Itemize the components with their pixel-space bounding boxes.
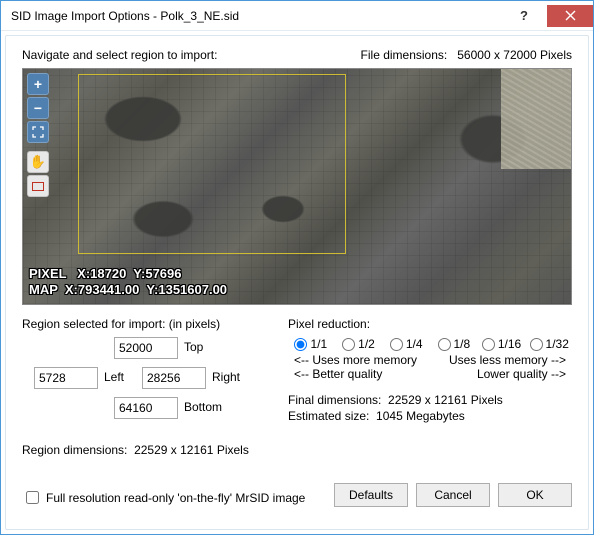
select-region-button[interactable] bbox=[27, 175, 49, 197]
rectangle-icon bbox=[32, 182, 44, 191]
reduction-radios: 1/1 1/2 1/4 1/8 1/16 1/32 bbox=[288, 337, 572, 351]
quality-better-label: <-- Better quality bbox=[294, 367, 382, 381]
memory-less-label: Uses less memory --> bbox=[449, 353, 566, 367]
reduction-option-1-2[interactable]: 1/2 bbox=[336, 337, 382, 351]
pan-tool-button[interactable]: ✋ bbox=[27, 151, 49, 173]
dialog-window: SID Image Import Options - Polk_3_NE.sid… bbox=[0, 0, 594, 535]
left-input[interactable] bbox=[34, 367, 98, 389]
estimated-size: Estimated size: 1045 Megabytes bbox=[288, 409, 572, 423]
titlebar: SID Image Import Options - Polk_3_NE.sid… bbox=[1, 1, 593, 31]
close-icon bbox=[565, 10, 576, 21]
zoom-out-button[interactable]: − bbox=[27, 97, 49, 119]
hand-icon: ✋ bbox=[30, 154, 46, 170]
close-button[interactable] bbox=[547, 5, 593, 27]
reduction-option-1-1[interactable]: 1/1 bbox=[288, 337, 334, 351]
region-heading: Region selected for import: (in pixels) bbox=[22, 317, 270, 331]
region-panel: Region selected for import: (in pixels) … bbox=[22, 317, 270, 457]
ok-button[interactable]: OK bbox=[498, 483, 572, 507]
right-label: Right bbox=[212, 370, 240, 384]
quality-lower-label: Lower quality --> bbox=[477, 367, 566, 381]
reduction-option-1-4[interactable]: 1/4 bbox=[383, 337, 429, 351]
reduction-option-1-8[interactable]: 1/8 bbox=[431, 337, 477, 351]
reduction-heading: Pixel reduction: bbox=[288, 317, 572, 331]
preview-toolbar: + − ✋ bbox=[27, 73, 49, 197]
bottom-label: Bottom bbox=[184, 400, 222, 414]
memory-more-label: <-- Uses more memory bbox=[294, 353, 417, 367]
top-label: Top bbox=[184, 340, 203, 354]
bottom-input[interactable] bbox=[114, 397, 178, 419]
selection-rectangle[interactable] bbox=[78, 74, 346, 254]
final-dimensions: Final dimensions: 22529 x 12161 Pixels bbox=[288, 393, 572, 407]
top-input[interactable] bbox=[114, 337, 178, 359]
help-button[interactable]: ? bbox=[501, 5, 547, 27]
cancel-button[interactable]: Cancel bbox=[416, 483, 490, 507]
zoom-in-button[interactable]: + bbox=[27, 73, 49, 95]
image-preview[interactable]: + − ✋ PIXEL X:18720 Y:57696 MAP X:793441… bbox=[22, 68, 572, 305]
right-input[interactable] bbox=[142, 367, 206, 389]
zoom-fit-button[interactable] bbox=[27, 121, 49, 143]
expand-icon bbox=[32, 126, 44, 138]
full-resolution-checkbox[interactable] bbox=[26, 491, 39, 504]
dialog-body: Navigate and select region to import: Fi… bbox=[5, 35, 589, 530]
full-resolution-label: Full resolution read-only 'on-the-fly' M… bbox=[46, 491, 305, 505]
file-dimensions: File dimensions: 56000 x 72000 Pixels bbox=[361, 48, 572, 62]
preview-texture bbox=[501, 69, 571, 169]
left-label: Left bbox=[104, 370, 124, 384]
reduction-option-1-32[interactable]: 1/32 bbox=[526, 337, 572, 351]
region-dimensions: Region dimensions: 22529 x 12161 Pixels bbox=[22, 443, 270, 457]
coordinate-readout: PIXEL X:18720 Y:57696 MAP X:793441.00 Y:… bbox=[29, 266, 227, 299]
reduction-option-1-16[interactable]: 1/16 bbox=[479, 337, 525, 351]
defaults-button[interactable]: Defaults bbox=[334, 483, 408, 507]
navigate-label: Navigate and select region to import: bbox=[22, 48, 217, 62]
reduction-panel: Pixel reduction: 1/1 1/2 1/4 1/8 1/16 1/… bbox=[288, 317, 572, 457]
window-title: SID Image Import Options - Polk_3_NE.sid bbox=[1, 9, 501, 23]
